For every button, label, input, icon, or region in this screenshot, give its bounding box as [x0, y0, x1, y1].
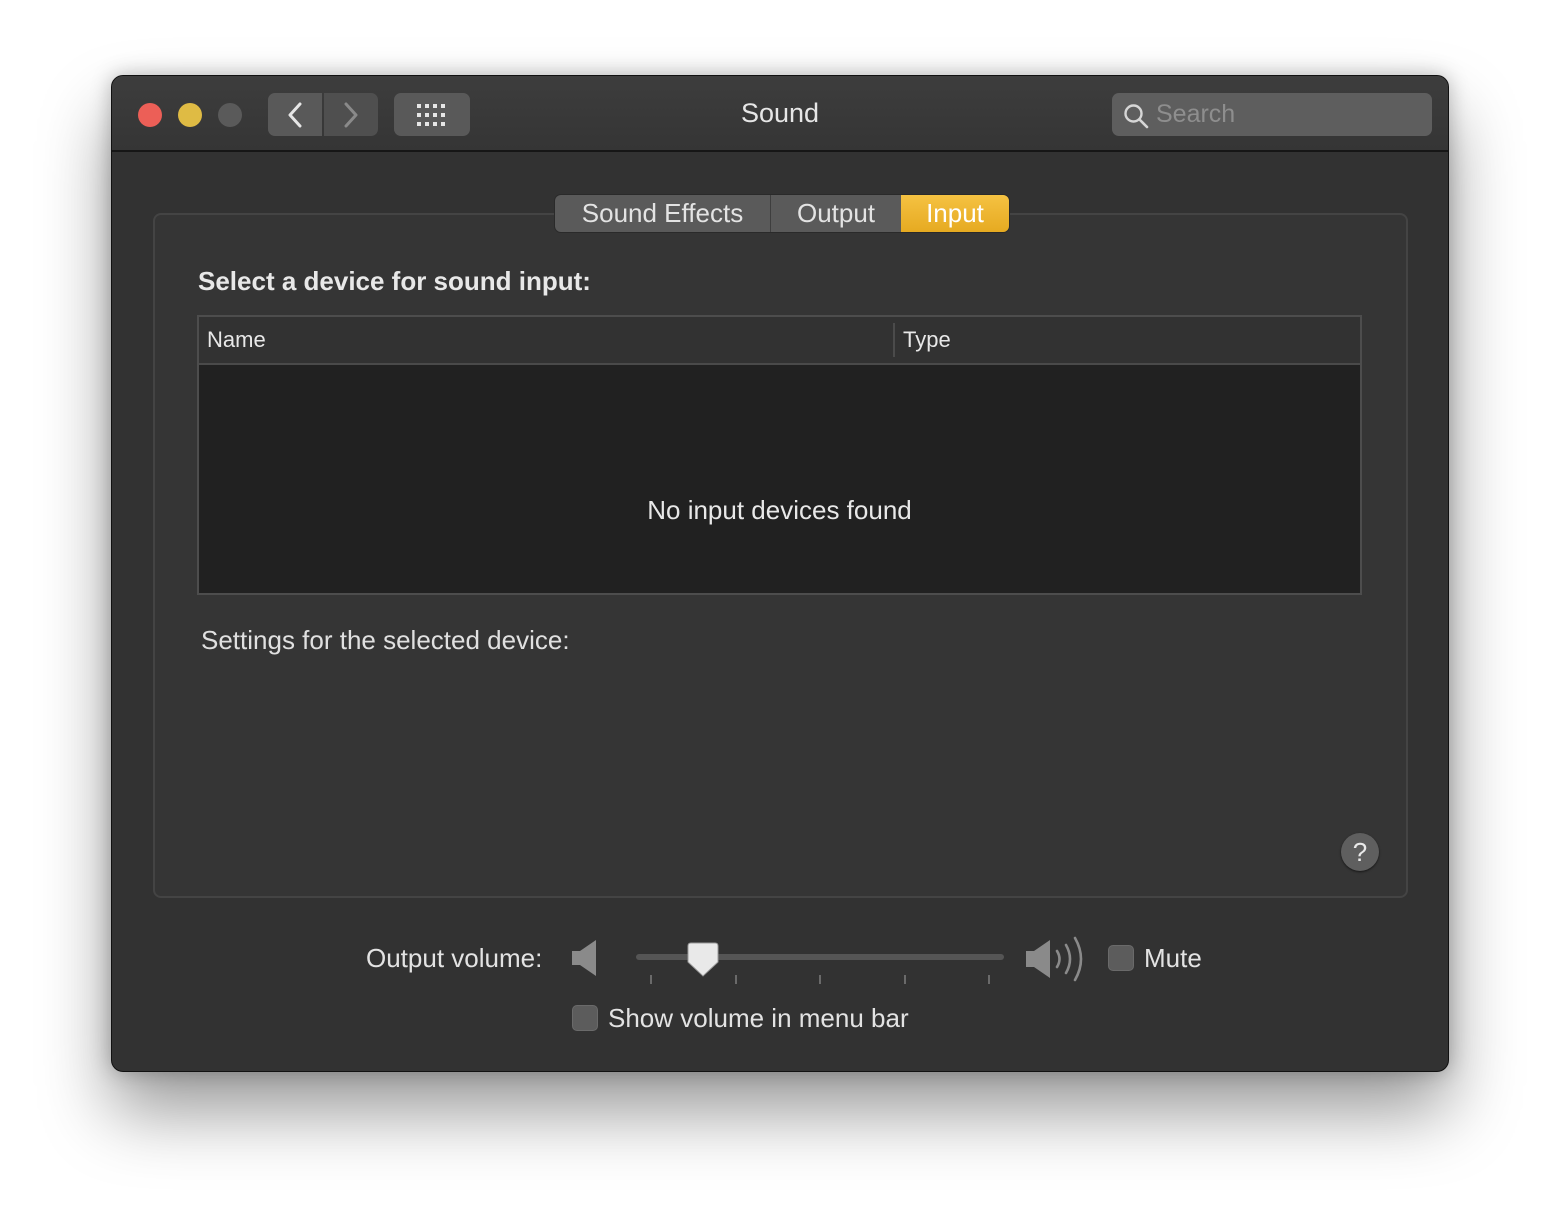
- column-header-name[interactable]: Name: [207, 317, 893, 363]
- sound-preferences-window: Sound Sound Effects Output Input Select …: [111, 75, 1449, 1072]
- close-button[interactable]: [138, 103, 162, 127]
- grid-icon: [417, 103, 445, 126]
- empty-message: No input devices found: [647, 495, 912, 525]
- slider-tick: [735, 975, 737, 984]
- device-settings-label: Settings for the selected device:: [201, 625, 570, 655]
- show-all-button[interactable]: [394, 93, 470, 136]
- search-icon: [1124, 104, 1149, 129]
- speaker-loud-icon: [1026, 936, 1083, 982]
- title-bar: Sound: [112, 76, 1448, 152]
- minimize-button[interactable]: [178, 103, 202, 127]
- chevron-left-icon: [288, 102, 302, 127]
- mute-checkbox[interactable]: [1108, 945, 1134, 971]
- mute-label[interactable]: Mute: [1144, 943, 1202, 974]
- table-header: Name Type: [199, 317, 1360, 365]
- back-button[interactable]: [268, 93, 322, 136]
- tab-output[interactable]: Output: [771, 195, 901, 232]
- search-input[interactable]: [1156, 93, 1416, 136]
- help-button[interactable]: ?: [1341, 833, 1379, 871]
- input-device-table[interactable]: Name Type No input devices found: [197, 315, 1362, 595]
- slider-tick: [988, 975, 990, 984]
- tab-input[interactable]: Input: [901, 195, 1009, 232]
- tab-bar: Sound Effects Output Input: [555, 195, 1009, 232]
- tab-sound-effects[interactable]: Sound Effects: [555, 195, 771, 232]
- output-volume-slider[interactable]: [636, 938, 1006, 988]
- slider-tick: [819, 975, 821, 984]
- zoom-button: [218, 103, 242, 127]
- output-volume-label: Output volume:: [366, 943, 543, 973]
- slider-tick: [650, 975, 652, 984]
- show-volume-in-menu-bar-checkbox[interactable]: [572, 1005, 598, 1031]
- input-device-heading: Select a device for sound input:: [198, 266, 591, 296]
- column-divider: [893, 323, 895, 357]
- speaker-quiet-icon: [572, 940, 596, 976]
- slider-thumb[interactable]: [687, 942, 719, 978]
- slider-tick: [904, 975, 906, 984]
- forward-button[interactable]: [324, 93, 378, 136]
- chevron-right-icon: [344, 102, 358, 127]
- column-header-type[interactable]: Type: [903, 317, 1343, 363]
- search-field[interactable]: [1112, 93, 1432, 136]
- show-volume-in-menu-bar-label[interactable]: Show volume in menu bar: [608, 1003, 909, 1034]
